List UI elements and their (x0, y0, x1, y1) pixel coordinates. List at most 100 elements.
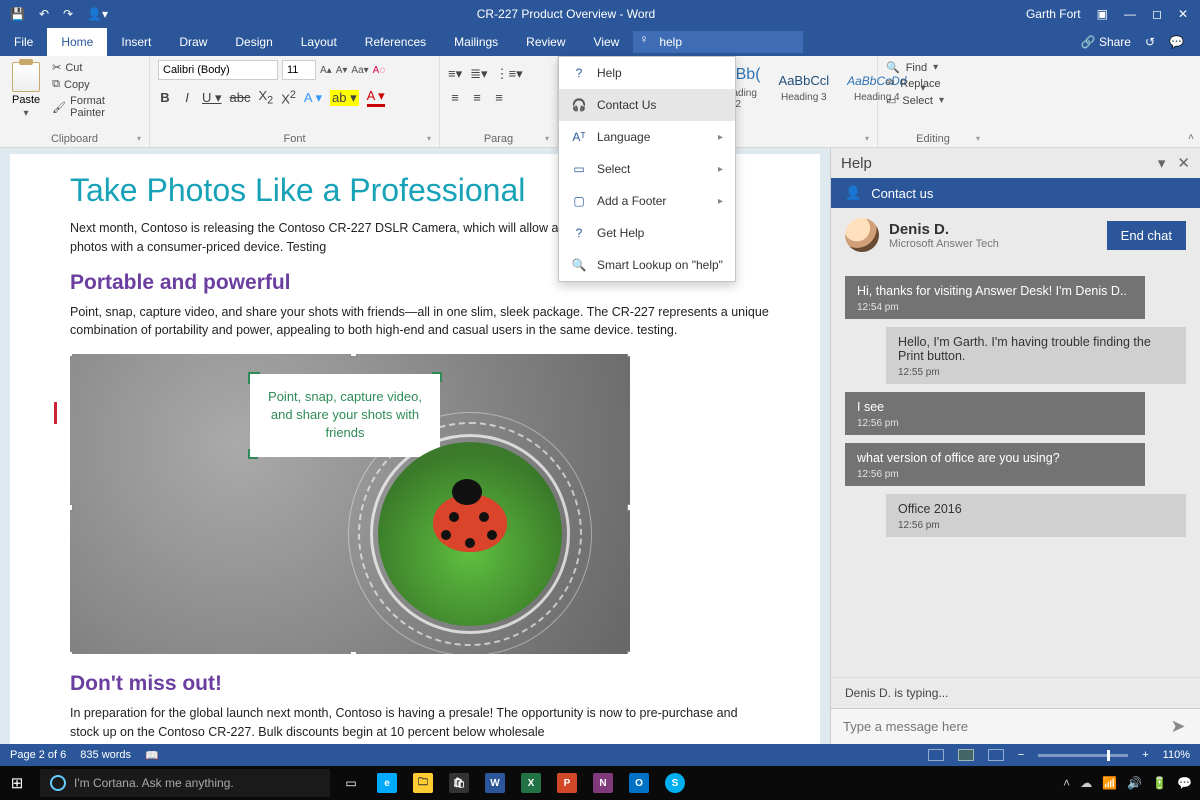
text-effects-icon[interactable]: A ▾ (304, 90, 322, 106)
font-name-select[interactable] (158, 60, 278, 80)
spellcheck-icon[interactable]: 📖 (145, 749, 159, 762)
scissors-icon: ✂ (52, 61, 61, 74)
tab-file[interactable]: File (0, 28, 47, 56)
underline-button[interactable]: U ▾ (202, 90, 222, 106)
task-view-icon[interactable]: ▭ (336, 769, 366, 797)
excel-icon[interactable]: X (516, 769, 546, 797)
maximize-icon[interactable]: ◻ (1152, 7, 1162, 21)
replace-button[interactable]: ᵃᵇReplace (886, 77, 980, 91)
tab-view[interactable]: View (580, 28, 634, 56)
word-icon[interactable]: W (480, 769, 510, 797)
font-size-select[interactable] (282, 60, 316, 80)
chat-input[interactable] (831, 709, 1156, 744)
pane-close-icon[interactable]: ✕ (1177, 154, 1190, 172)
multilevel-icon[interactable]: ⋮≡▾ (496, 66, 523, 82)
italic-button[interactable]: I (180, 90, 194, 105)
change-case-icon[interactable]: Aa▾ (351, 65, 368, 76)
store-icon[interactable]: 🛍 (444, 769, 474, 797)
close-icon[interactable]: ✕ (1178, 7, 1188, 21)
tab-mailings[interactable]: Mailings (440, 28, 512, 56)
explorer-icon[interactable]: 🗀 (408, 769, 438, 797)
superscript-button[interactable]: X2 (281, 89, 296, 106)
tellme-item-smart-lookup[interactable]: 🔍Smart Lookup on "help" (559, 249, 735, 281)
wifi-icon[interactable]: 📶 (1102, 776, 1117, 790)
copy-button[interactable]: ⧉Copy (50, 77, 141, 92)
highlight-icon[interactable]: ab ▾ (330, 90, 359, 106)
bullets-icon[interactable]: ≡▾ (448, 66, 462, 82)
comments-icon[interactable]: 💬 (1169, 35, 1184, 49)
tellme-item-add-footer[interactable]: ▢Add a Footer▸ (559, 185, 735, 217)
document-image[interactable]: Point, snap, capture video, and share yo… (70, 354, 630, 654)
volume-icon[interactable]: 🔊 (1127, 776, 1142, 790)
pane-options-icon[interactable]: ▾ (1158, 154, 1166, 172)
tellme-input[interactable] (633, 31, 803, 53)
tellme-item-get-help[interactable]: ?Get Help (559, 217, 735, 249)
find-button[interactable]: 🔍Find ▾ (886, 60, 980, 75)
tab-home[interactable]: Home (47, 28, 107, 56)
tab-references[interactable]: References (351, 28, 440, 56)
strike-button[interactable]: abc (230, 90, 251, 105)
zoom-level[interactable]: 110% (1163, 749, 1190, 761)
word-count[interactable]: 835 words (80, 749, 131, 761)
view-print-icon[interactable] (958, 749, 974, 761)
autosave-icon[interactable]: 💾 (10, 7, 25, 21)
doc-paragraph[interactable]: Point, snap, capture video, and share yo… (70, 303, 770, 341)
select-button[interactable]: ▭Select ▾ (886, 93, 980, 108)
start-button[interactable]: ⊞ (0, 774, 34, 792)
action-center-icon[interactable]: 💬 (1177, 776, 1192, 790)
zoom-out-icon[interactable]: − (1018, 749, 1024, 761)
revision-mark[interactable] (54, 402, 57, 424)
doc-heading-2[interactable]: Don't miss out! (70, 672, 770, 696)
tab-review[interactable]: Review (512, 28, 579, 56)
tellme-item-help[interactable]: ?Help (559, 57, 735, 89)
view-web-icon[interactable] (988, 749, 1004, 761)
touch-mode-icon[interactable]: 👤▾ (87, 7, 108, 21)
user-name[interactable]: Garth Fort (1026, 7, 1081, 21)
tab-draw[interactable]: Draw (165, 28, 221, 56)
paste-button[interactable]: Paste ▾ (8, 60, 44, 121)
style-heading-3[interactable]: AaBbCclHeading 3 (775, 71, 834, 105)
share-button[interactable]: 🔗 Share (1081, 35, 1131, 49)
tab-layout[interactable]: Layout (287, 28, 351, 56)
subscript-button[interactable]: X2 (259, 88, 274, 107)
bold-button[interactable]: B (158, 90, 172, 105)
zoom-slider[interactable] (1038, 754, 1128, 757)
end-chat-button[interactable]: End chat (1107, 221, 1186, 250)
collapse-ribbon-icon[interactable]: ˄ (1188, 132, 1194, 143)
align-center-icon[interactable]: ≡ (470, 90, 484, 105)
history-icon[interactable]: ↺ (1145, 35, 1155, 49)
outlook-icon[interactable]: O (624, 769, 654, 797)
align-left-icon[interactable]: ≡ (448, 90, 462, 105)
onenote-icon[interactable]: N (588, 769, 618, 797)
tellme-item-contact-us[interactable]: 🎧Contact Us (559, 89, 735, 121)
tellme-item-select[interactable]: ▭Select▸ (559, 153, 735, 185)
tab-insert[interactable]: Insert (107, 28, 165, 56)
battery-icon[interactable]: 🔋 (1152, 776, 1167, 790)
font-color-icon[interactable]: A ▾ (367, 88, 385, 107)
cortana-search[interactable]: I'm Cortana. Ask me anything. (40, 769, 330, 797)
ribbon-display-icon[interactable]: ▣ (1097, 7, 1108, 21)
onedrive-icon[interactable]: ☁ (1080, 776, 1092, 790)
page-indicator[interactable]: Page 2 of 6 (10, 749, 66, 761)
cut-button[interactable]: ✂Cut (50, 60, 141, 75)
tellme-item-language[interactable]: AᵀLanguage▸ (559, 121, 735, 153)
align-right-icon[interactable]: ≡ (492, 90, 506, 105)
view-read-icon[interactable] (928, 749, 944, 761)
edge-icon[interactable]: e (372, 769, 402, 797)
zoom-in-icon[interactable]: + (1142, 749, 1148, 761)
undo-icon[interactable]: ↶ (39, 7, 49, 21)
chat-message-agent: Hi, thanks for visiting Answer Desk! I'm… (845, 276, 1145, 319)
powerpoint-icon[interactable]: P (552, 769, 582, 797)
numbering-icon[interactable]: ≣▾ (470, 66, 487, 82)
redo-icon[interactable]: ↷ (63, 7, 73, 21)
clear-format-icon[interactable]: A◌ (373, 65, 386, 76)
tab-design[interactable]: Design (221, 28, 286, 56)
format-painter-button[interactable]: 🖌Format Painter (50, 94, 141, 120)
skype-icon[interactable]: S (660, 769, 690, 797)
shrink-font-icon[interactable]: A▾ (336, 65, 348, 76)
grow-font-icon[interactable]: A▴ (320, 65, 332, 76)
send-button[interactable]: ➤ (1156, 709, 1200, 744)
doc-paragraph[interactable]: In preparation for the global launch nex… (70, 704, 770, 742)
minimize-icon[interactable]: — (1124, 7, 1136, 21)
tray-up-icon[interactable]: ˄ (1063, 776, 1070, 790)
